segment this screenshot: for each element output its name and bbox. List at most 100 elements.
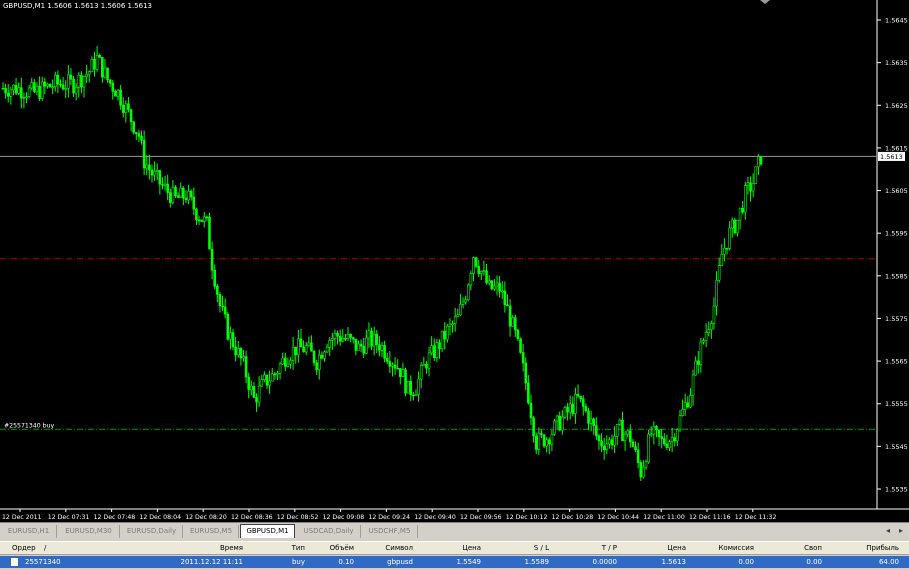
- price-tick-label: 1.5555: [885, 400, 908, 408]
- candle-body: [192, 196, 196, 210]
- tab-eurusd-m5[interactable]: EURUSD,M5: [184, 525, 239, 538]
- candle-body: [101, 57, 104, 78]
- time-tick-label: 12 Dec 08:20: [185, 514, 227, 521]
- candle-body: [317, 354, 321, 370]
- candle-body: [618, 419, 622, 425]
- candle-body: [524, 362, 528, 384]
- candle-body: [372, 333, 376, 347]
- col-swap[interactable]: Своп: [804, 542, 822, 554]
- time-tick-label: 12 Dec 10:28: [552, 514, 594, 521]
- col-type[interactable]: Тип: [292, 542, 305, 554]
- candle-body: [61, 84, 65, 90]
- candle-body: [202, 216, 206, 222]
- candle-body: [362, 345, 366, 354]
- candle-body: [427, 352, 431, 369]
- candle-body: [346, 334, 350, 340]
- candle-body: [336, 332, 339, 337]
- candle-body: [161, 183, 164, 186]
- tab-usdchf-m5[interactable]: USDCHF,M5: [362, 525, 418, 538]
- candle-body: [446, 325, 449, 340]
- candle-body: [87, 71, 91, 75]
- candle-body: [174, 186, 177, 196]
- col-price[interactable]: Цена: [462, 542, 481, 554]
- candle-body: [276, 372, 279, 375]
- col-volume[interactable]: Объём: [330, 542, 354, 554]
- candle-body: [472, 257, 475, 274]
- col-current-price[interactable]: Цена: [667, 542, 686, 554]
- candle-body: [636, 449, 640, 463]
- tab-eurusd-daily[interactable]: EURUSD,Daily: [121, 525, 183, 538]
- candle-body: [746, 182, 750, 186]
- candle-body: [283, 357, 287, 367]
- candle-body: [668, 441, 671, 448]
- candle-body: [621, 419, 624, 442]
- time-tick-label: 12 Dec 09:40: [414, 514, 456, 521]
- candle-body: [451, 323, 454, 325]
- col-sl[interactable]: S / L: [534, 542, 549, 554]
- candle-body: [566, 407, 569, 413]
- trade-row[interactable]: 25571340 2011.12.12 11:11 buy 0.10 gbpus…: [0, 556, 909, 568]
- candle-body: [354, 338, 358, 351]
- candle-body: [6, 92, 10, 97]
- tab-scroll-left-icon[interactable]: ◂: [886, 526, 890, 535]
- candle-body: [485, 270, 488, 284]
- tab-eurusd-m30[interactable]: EURUSD,M30: [58, 525, 120, 538]
- candle-body: [46, 83, 49, 87]
- candle-body: [597, 435, 601, 442]
- candle-body: [302, 346, 305, 353]
- tab-usdcad-daily[interactable]: USDCAD,Daily: [297, 525, 361, 538]
- candle-body: [77, 74, 81, 88]
- col-profit[interactable]: Прибыль: [866, 542, 899, 554]
- candle-body: [608, 439, 611, 445]
- candle-body: [710, 323, 713, 330]
- price-chart[interactable]: 1.5645 1.5635 1.5625 1.5615 1.5605 1.5595 1.55…: [0, 0, 909, 522]
- col-tp[interactable]: T / P: [602, 542, 617, 554]
- tab-eurusd-h1[interactable]: EURUSD,H1: [1, 525, 57, 538]
- col-time[interactable]: Время: [220, 542, 243, 554]
- candle-body: [639, 462, 643, 478]
- candle-body: [370, 330, 373, 347]
- candle-body: [754, 166, 758, 184]
- candle-body: [195, 208, 198, 221]
- col-commission[interactable]: Комиссия: [718, 542, 754, 554]
- candle-body: [490, 280, 494, 290]
- tab-scroll-right-icon[interactable]: ▸: [899, 526, 903, 535]
- candle-body: [69, 74, 73, 80]
- col-symbol[interactable]: Символ: [385, 542, 413, 554]
- candle-body: [613, 435, 616, 446]
- tab-gbpusd-m1[interactable]: GBPUSD,M1: [240, 524, 295, 539]
- candle-body: [466, 284, 470, 300]
- candle-body: [425, 364, 428, 369]
- candle-body: [550, 433, 554, 445]
- col-order[interactable]: Ордер: [12, 542, 36, 554]
- candle-body: [51, 86, 54, 89]
- candle-body: [286, 363, 290, 367]
- candle-body: [150, 169, 154, 176]
- candle-body: [432, 345, 436, 359]
- chart-canvas[interactable]: 1.5645 1.5635 1.5625 1.5615 1.5605 1.5595 1.55…: [0, 0, 909, 522]
- candle-body: [43, 81, 47, 87]
- candle-body: [642, 466, 645, 478]
- candle-body: [529, 402, 533, 419]
- candle-body: [132, 121, 135, 133]
- time-tick-label: 12 Dec 11:32: [735, 514, 777, 521]
- candle-body: [519, 338, 522, 353]
- time-tick-label: 12 Dec 11:16: [689, 514, 731, 521]
- candle-body: [487, 280, 491, 284]
- row-order: 25571340: [25, 558, 61, 566]
- candle-body: [85, 73, 88, 77]
- candle-body: [738, 207, 742, 221]
- candle-body: [600, 440, 603, 447]
- candle-body: [64, 88, 68, 90]
- candle-body: [553, 420, 556, 435]
- time-tick-label: 12 Dec 08:36: [231, 514, 273, 521]
- candle-body: [239, 348, 243, 359]
- candle-body: [699, 341, 703, 365]
- candle-body: [634, 446, 637, 451]
- candle-body: [312, 350, 316, 364]
- candle-body: [338, 335, 342, 342]
- candle-body: [383, 345, 386, 359]
- candle-body: [310, 342, 313, 352]
- candle-body: [127, 103, 130, 110]
- candle-body: [385, 357, 389, 362]
